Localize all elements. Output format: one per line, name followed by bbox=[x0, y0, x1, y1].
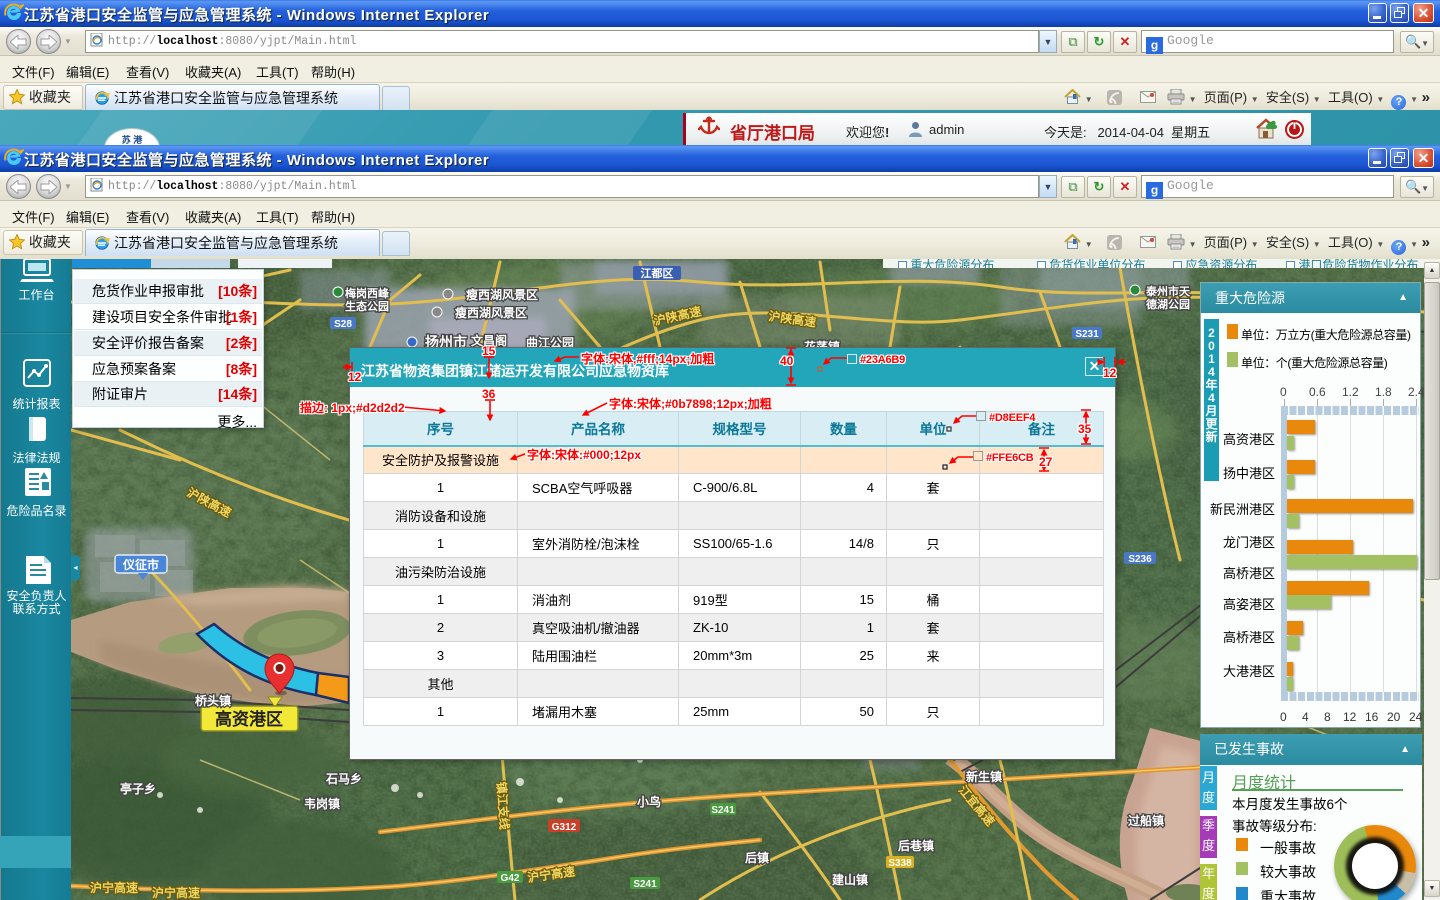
svg-text:高资港区: 高资港区 bbox=[215, 709, 283, 729]
